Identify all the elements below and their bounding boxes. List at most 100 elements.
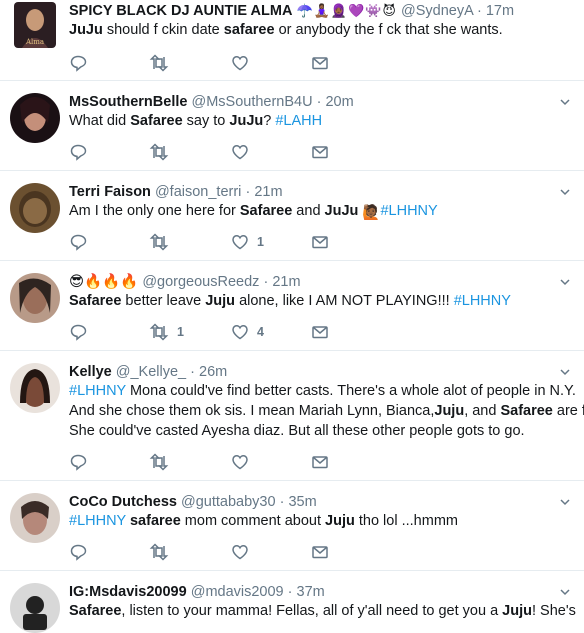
tweet-actions: 1 bbox=[69, 232, 369, 252]
hashtag-link[interactable]: #LHHNY bbox=[69, 513, 126, 529]
display-name[interactable]: CoCo Dutchess bbox=[69, 494, 177, 510]
tweet-actions bbox=[69, 542, 369, 562]
timestamp[interactable]: 37m bbox=[297, 584, 325, 600]
avatar[interactable]: Alma bbox=[14, 2, 56, 48]
name-emojis: ☂️🧘🏾‍♀️🧕🏾💜👾😈 bbox=[296, 3, 397, 18]
like-button[interactable] bbox=[231, 53, 257, 73]
handle[interactable]: @SydneyA bbox=[401, 3, 473, 19]
tweet-actions bbox=[69, 53, 369, 73]
handle[interactable]: @mdavis2009 bbox=[191, 584, 284, 600]
heart-icon bbox=[232, 56, 248, 71]
retweet-button[interactable] bbox=[149, 452, 177, 472]
tweet[interactable]: Kellye @_Kellye_ · 26m #LHHNY Mona could… bbox=[0, 351, 584, 481]
envelope-icon bbox=[312, 236, 328, 249]
keyword: JuJu bbox=[324, 203, 359, 219]
chevron-down-icon[interactable] bbox=[560, 277, 570, 287]
timestamp[interactable]: 35m bbox=[288, 494, 316, 510]
tweet-text: JuJu should f ckin date safaree or anybo… bbox=[69, 20, 579, 40]
avatar[interactable] bbox=[10, 583, 60, 633]
message-button[interactable] bbox=[311, 452, 329, 472]
like-button[interactable] bbox=[231, 542, 257, 562]
display-name[interactable]: 😎🔥🔥🔥 bbox=[69, 274, 138, 290]
like-button[interactable] bbox=[231, 142, 257, 162]
retweet-button[interactable]: 1 bbox=[149, 322, 184, 342]
avatar[interactable] bbox=[10, 363, 60, 413]
hashtag-link[interactable]: #LHHNY bbox=[69, 383, 126, 399]
timestamp[interactable]: 17m bbox=[486, 3, 514, 19]
keyword: Juju bbox=[325, 513, 355, 529]
message-button[interactable] bbox=[311, 322, 329, 342]
handle[interactable]: @_Kellye_ bbox=[116, 364, 186, 380]
tweet[interactable]: Terri Faison @faison_terri · 21m Am I th… bbox=[0, 171, 584, 261]
handle[interactable]: @faison_terri bbox=[155, 184, 241, 200]
tweet-actions bbox=[69, 452, 369, 472]
keyword: safaree bbox=[223, 22, 275, 38]
timestamp[interactable]: 20m bbox=[325, 94, 353, 110]
separator: · bbox=[190, 364, 195, 380]
keyword: JuJu bbox=[229, 113, 264, 129]
display-name[interactable]: IG:Msdavis20099 bbox=[69, 584, 187, 600]
envelope-icon bbox=[312, 456, 328, 469]
chevron-down-icon[interactable] bbox=[560, 367, 570, 377]
chevron-down-icon[interactable] bbox=[560, 497, 570, 507]
retweet-icon bbox=[149, 143, 169, 161]
tweet[interactable]: MsSouthernBelle @MsSouthernB4U · 20m Wha… bbox=[0, 81, 584, 171]
message-button[interactable] bbox=[311, 232, 329, 252]
chevron-down-icon[interactable] bbox=[560, 97, 570, 107]
reply-button[interactable] bbox=[69, 232, 95, 252]
like-button[interactable]: 1 bbox=[231, 232, 264, 252]
avatar[interactable] bbox=[10, 93, 60, 143]
reply-button[interactable] bbox=[69, 542, 95, 562]
handle[interactable]: @guttababy30 bbox=[181, 494, 276, 510]
timestamp[interactable]: 21m bbox=[254, 184, 282, 200]
chevron-down-icon[interactable] bbox=[560, 587, 570, 597]
retweet-button[interactable] bbox=[149, 542, 177, 562]
keyword: Juju bbox=[502, 603, 532, 619]
avatar[interactable] bbox=[10, 493, 60, 543]
display-name[interactable]: Terri Faison bbox=[69, 184, 151, 200]
handle[interactable]: @gorgeousReedz bbox=[142, 274, 259, 290]
display-name[interactable]: SPICY BLACK DJ AUNTIE ALMA bbox=[69, 3, 292, 19]
hashtag-link[interactable]: #LHHNY bbox=[454, 293, 511, 309]
tweet-text-line: And she chose them ok sis. I mean Mariah… bbox=[69, 401, 584, 421]
timestamp[interactable]: 26m bbox=[199, 364, 227, 380]
separator: · bbox=[279, 494, 285, 510]
tweet-text: #LHHNY safaree mom comment about Juju th… bbox=[69, 511, 579, 531]
retweet-button[interactable] bbox=[149, 142, 177, 162]
text-segment: And she chose them ok sis. I mean Mariah… bbox=[69, 403, 435, 419]
retweet-button[interactable] bbox=[149, 232, 177, 252]
timestamp[interactable]: 21m bbox=[272, 274, 300, 290]
handle[interactable]: @MsSouthernB4U bbox=[191, 94, 312, 110]
message-button[interactable] bbox=[311, 142, 329, 162]
hashtag-link[interactable]: #LHHNY bbox=[380, 203, 437, 219]
message-button[interactable] bbox=[311, 542, 329, 562]
retweet-button[interactable] bbox=[149, 53, 177, 73]
message-button[interactable] bbox=[311, 53, 329, 73]
reply-icon bbox=[70, 324, 87, 341]
keyword: Safaree bbox=[239, 203, 293, 219]
display-name[interactable]: MsSouthernBelle bbox=[69, 94, 187, 110]
display-name[interactable]: Kellye bbox=[69, 364, 112, 380]
retweet-icon bbox=[149, 323, 169, 341]
reply-button[interactable] bbox=[69, 322, 95, 342]
tweet-header: 😎🔥🔥🔥 @gorgeousReedz · 21m bbox=[69, 273, 301, 291]
tweet[interactable]: IG:Msdavis20099 @mdavis2009 · 37m Safare… bbox=[0, 571, 584, 633]
tweet[interactable]: 😎🔥🔥🔥 @gorgeousReedz · 21m Safaree better… bbox=[0, 261, 584, 351]
reply-button[interactable] bbox=[69, 142, 95, 162]
reply-icon bbox=[70, 234, 87, 251]
tweet[interactable]: Alma SPICY BLACK DJ AUNTIE ALMA ☂️🧘🏾‍♀️🧕… bbox=[0, 0, 584, 81]
retweet-icon bbox=[149, 233, 169, 251]
reply-button[interactable] bbox=[69, 452, 95, 472]
tweet[interactable]: CoCo Dutchess @guttababy30 · 35m #LHHNY … bbox=[0, 481, 584, 571]
separator: · bbox=[316, 94, 322, 110]
keyword: Safaree bbox=[69, 293, 122, 309]
avatar[interactable] bbox=[10, 273, 60, 323]
text-segment: , and bbox=[464, 403, 501, 419]
reply-button[interactable] bbox=[69, 53, 95, 73]
avatar[interactable] bbox=[10, 183, 60, 233]
text-segment: Mona could've find better casts. There's… bbox=[125, 383, 576, 399]
like-button[interactable] bbox=[231, 452, 257, 472]
like-button[interactable]: 4 bbox=[231, 322, 264, 342]
chevron-down-icon[interactable] bbox=[560, 187, 570, 197]
hashtag-link[interactable]: #LAHH bbox=[275, 113, 322, 129]
